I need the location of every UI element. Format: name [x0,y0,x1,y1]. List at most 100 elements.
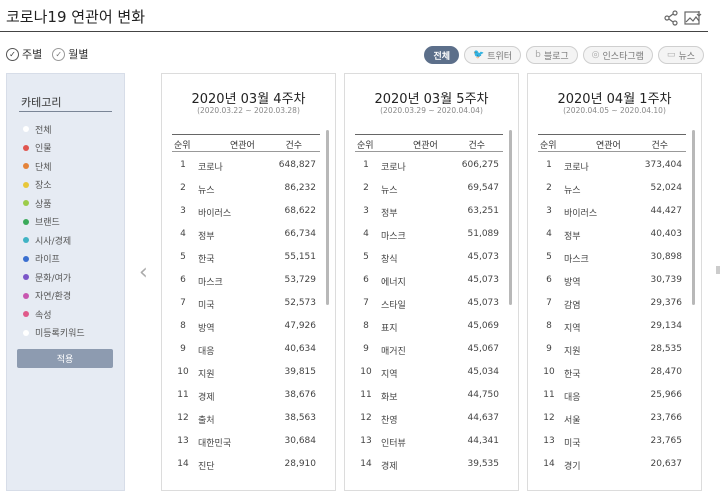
table-row[interactable]: 3 정부 63,251 [355,200,503,223]
table-row[interactable]: 13 대한민국 30,684 [172,430,320,453]
table-row[interactable]: 10 지원 39,815 [172,361,320,384]
table-row[interactable]: 7 미국 52,573 [172,292,320,315]
table-row[interactable]: 1 코로나 606,275 [355,154,503,177]
category-label: 속성 [35,310,52,321]
category-label: 전체 [35,125,52,136]
rank-cell: 11 [360,390,372,400]
count-cell: 69,547 [467,183,500,193]
category-dot-icon [23,144,29,151]
table-row[interactable]: 2 뉴스 52,024 [538,177,686,200]
table-row[interactable]: 13 인터뷰 44,341 [355,430,503,453]
category-item[interactable]: 문화/여가 [23,268,85,287]
table-row[interactable]: 8 방역 47,926 [172,315,320,338]
table-row[interactable]: 10 한국 28,470 [538,361,686,384]
table-row[interactable]: 6 마스크 53,729 [172,269,320,292]
table-row[interactable]: 14 진단 28,910 [172,453,320,476]
table-row[interactable]: 14 경제 39,535 [355,453,503,476]
rank-cell: 4 [180,229,186,239]
table-row[interactable]: 2 뉴스 69,547 [355,177,503,200]
table-row[interactable]: 10 지역 45,034 [355,361,503,384]
table-row[interactable]: 7 감염 29,376 [538,292,686,315]
rank-cell: 11 [177,390,189,400]
monthly-label: 월별 [68,48,89,61]
table-row[interactable]: 9 대응 40,634 [172,338,320,361]
weekly-option[interactable]: ✓ 주별 [6,46,42,62]
table-row[interactable]: 4 정부 40,403 [538,223,686,246]
table-row[interactable]: 11 대응 25,966 [538,384,686,407]
rank-cell: 10 [543,367,555,377]
table-row[interactable]: 3 바이러스 68,622 [172,200,320,223]
category-item[interactable]: 상품 [23,194,85,213]
scrollbar[interactable] [326,130,329,305]
table-row[interactable]: 13 미국 23,765 [538,430,686,453]
table-row[interactable]: 5 창식 45,073 [355,246,503,269]
apply-button[interactable]: 적용 [17,349,113,368]
table-row[interactable]: 1 코로나 373,404 [538,154,686,177]
category-item[interactable]: 미등록키워드 [23,324,85,343]
category-item[interactable]: 자연/환경 [23,287,85,306]
table-row[interactable]: 4 정부 66,734 [172,223,320,246]
word-cell: 코로나 [198,163,223,173]
table-row[interactable]: 11 경제 38,676 [172,384,320,407]
category-item[interactable]: 인물 [23,139,85,158]
rank-cell: 2 [363,183,369,193]
table-row[interactable]: 1 코로나 648,827 [172,154,320,177]
category-item[interactable]: 속성 [23,305,85,324]
rank-cell: 1 [363,160,369,170]
table-row[interactable]: 6 방역 30,739 [538,269,686,292]
category-label: 상품 [35,199,52,210]
source-instagram-button[interactable]: ◎ 인스타그램 [582,46,653,64]
table-row[interactable]: 5 마스크 30,898 [538,246,686,269]
monthly-option[interactable]: ✓ 월별 [52,46,89,62]
word-cell: 정부 [564,232,581,242]
category-label: 자연/환경 [35,292,72,303]
category-item[interactable]: 라이프 [23,250,85,269]
category-dot-icon [23,181,29,188]
category-dot-icon [23,329,29,336]
table-row[interactable]: 3 바이러스 44,427 [538,200,686,223]
next-arrow-icon[interactable] [716,266,720,274]
share-icon[interactable] [663,10,681,26]
table-row[interactable]: 12 출처 38,563 [172,407,320,430]
table-row[interactable]: 2 뉴스 86,232 [172,177,320,200]
table-row[interactable]: 12 서울 23,766 [538,407,686,430]
week-range: (2020.03.29 ~ 2020.04.04) [380,106,483,115]
table-row[interactable]: 7 스타일 45,073 [355,292,503,315]
table-row[interactable]: 5 한국 55,151 [172,246,320,269]
category-item[interactable]: 장소 [23,176,85,195]
table-row[interactable]: 6 에너지 45,073 [355,269,503,292]
table-row[interactable]: 4 마스크 51,089 [355,223,503,246]
source-news-button[interactable]: ▭ 뉴스 [657,46,704,64]
table-row[interactable]: 9 지원 28,535 [538,338,686,361]
rank-cell: 13 [177,436,189,446]
word-cell: 출처 [198,416,215,426]
category-item[interactable]: 시사/경제 [23,231,85,250]
source-all-button[interactable]: 전체 [424,46,460,64]
category-label: 라이프 [35,255,60,266]
prev-arrow-icon[interactable]: ‹ [139,262,148,284]
category-dot-icon [23,292,29,299]
category-item[interactable]: 단체 [23,157,85,176]
rank-cell: 10 [360,367,372,377]
table-row[interactable]: 12 찬영 44,637 [355,407,503,430]
table-row[interactable]: 8 표지 45,069 [355,315,503,338]
category-item[interactable]: 브랜드 [23,213,85,232]
rank-cell: 6 [546,275,552,285]
scrollbar[interactable] [692,130,695,305]
word-cell: 방역 [198,324,215,334]
header-word: 연관어 [413,141,438,151]
table-row[interactable]: 14 경기 20,637 [538,453,686,476]
source-twitter-button[interactable]: 🐦 트위터 [464,46,522,64]
image-download-icon[interactable] [684,10,702,26]
category-label: 장소 [35,181,52,192]
category-item[interactable]: 전체 [23,120,85,139]
rank-cell: 4 [363,229,369,239]
category-dot-icon [23,255,29,262]
table-row[interactable]: 8 지역 29,134 [538,315,686,338]
table-row[interactable]: 9 매거진 45,067 [355,338,503,361]
rank-cell: 5 [363,252,369,262]
source-blog-button[interactable]: b 블로그 [526,46,578,64]
table-row[interactable]: 11 화보 44,750 [355,384,503,407]
rank-cell: 13 [360,436,372,446]
scrollbar[interactable] [509,130,512,305]
